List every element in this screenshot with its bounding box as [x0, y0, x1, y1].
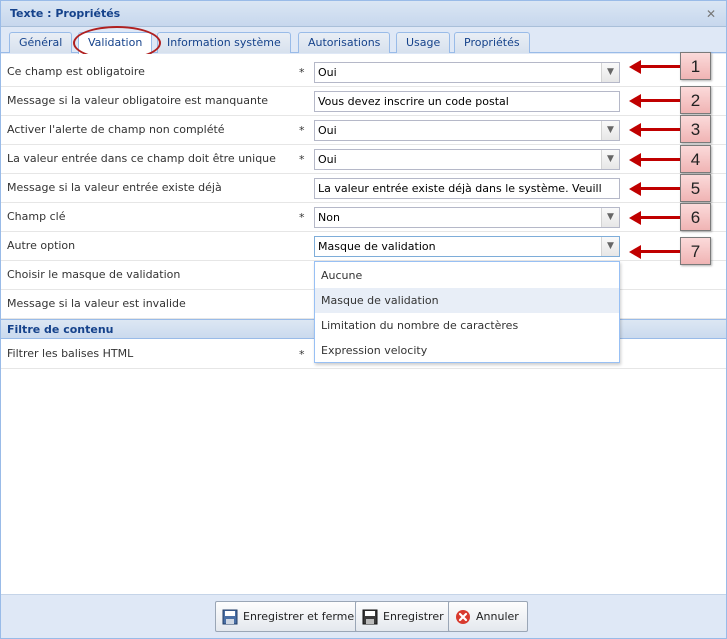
field-label: Activer l'alerte de champ non complété: [7, 123, 225, 136]
tab-information-systeme[interactable]: Information système: [157, 32, 291, 53]
arrow-line: [639, 250, 682, 253]
chevron-down-icon[interactable]: ▼: [601, 208, 619, 227]
tab-strip: Général Validation Information système A…: [1, 27, 726, 54]
field-label: Champ clé: [7, 210, 66, 223]
combo-value: Masque de validation: [318, 240, 436, 253]
cancel-button[interactable]: Annuler: [448, 601, 528, 632]
obligatoire-combo[interactable]: Oui ▼: [314, 62, 620, 83]
required-marker: *: [299, 124, 305, 137]
message-existe-input[interactable]: La valeur entrée existe déjà dans le sys…: [314, 178, 620, 199]
form-row-champ-cle: Champ clé * Non ▼: [1, 203, 726, 232]
autre-option-dropdown-list: Aucune Masque de validation Limitation d…: [314, 261, 620, 363]
dropdown-option-masque-validation[interactable]: Masque de validation: [315, 288, 619, 313]
form-row-message-existe: Message si la valeur entrée existe déjà …: [1, 174, 726, 203]
required-marker: *: [299, 348, 305, 361]
annotation-number: 5: [680, 174, 711, 202]
field-label: Filtrer les balises HTML: [7, 347, 134, 360]
form-row-unique: La valeur entrée dans ce champ doit être…: [1, 145, 726, 174]
message-manquante-input[interactable]: Vous devez inscrire un code postal: [314, 91, 620, 112]
button-label: Enregistrer: [383, 610, 444, 623]
properties-window: Texte : Propriétés ✕ Général Validation …: [0, 0, 727, 639]
save-and-close-button[interactable]: Enregistrer et fermer: [215, 601, 368, 632]
combo-value: Oui: [318, 153, 337, 166]
dropdown-option-aucune[interactable]: Aucune: [315, 263, 619, 288]
field-label: Message si la valeur est invalide: [7, 297, 186, 310]
field-label: Message si la valeur obligatoire est man…: [7, 94, 269, 107]
arrow-line: [639, 128, 682, 131]
autre-option-combo[interactable]: Masque de validation ▼: [314, 236, 620, 257]
combo-value: Oui: [318, 124, 337, 137]
annotation-number: 3: [680, 115, 711, 143]
form-content: Ce champ est obligatoire * Oui ▼ Message…: [1, 54, 726, 594]
unique-combo[interactable]: Oui ▼: [314, 149, 620, 170]
annotation-number: 2: [680, 86, 711, 114]
tab-usage[interactable]: Usage: [396, 32, 451, 53]
annotation-number: 7: [680, 237, 711, 265]
field-label: Autre option: [7, 239, 76, 252]
tab-general[interactable]: Général: [9, 32, 73, 53]
annotation-number: 1: [680, 52, 711, 80]
annotation-number: 4: [680, 145, 711, 173]
chevron-down-icon[interactable]: ▼: [601, 237, 619, 256]
dropdown-option-velocity[interactable]: Expression velocity: [315, 338, 619, 363]
arrow-line: [639, 99, 682, 102]
form-row-autre-option: Autre option Masque de validation ▼: [1, 232, 726, 261]
dropdown-option-limitation[interactable]: Limitation du nombre de caractères: [315, 313, 619, 338]
arrow-line: [639, 216, 682, 219]
field-label: Choisir le masque de validation: [7, 268, 181, 281]
window-title: Texte : Propriétés: [10, 7, 121, 20]
close-icon[interactable]: ✕: [704, 7, 718, 21]
arrow-line: [639, 187, 682, 190]
chevron-down-icon[interactable]: ▼: [601, 121, 619, 140]
dialog-footer: Enregistrer et fermer Enregistrer Annule…: [1, 594, 726, 638]
tab-validation[interactable]: Validation: [78, 32, 153, 54]
save-button[interactable]: Enregistrer: [355, 601, 453, 632]
champ-cle-combo[interactable]: Non ▼: [314, 207, 620, 228]
required-marker: *: [299, 66, 305, 79]
tab-proprietes[interactable]: Propriétés: [454, 32, 530, 53]
required-marker: *: [299, 153, 305, 166]
form-row-alerte: Activer l'alerte de champ non complété *…: [1, 116, 726, 145]
annotation-number: 6: [680, 203, 711, 231]
form-row-message-manquante: Message si la valeur obligatoire est man…: [1, 87, 726, 116]
combo-value: Non: [318, 211, 340, 224]
field-label: Ce champ est obligatoire: [7, 65, 145, 78]
button-label: Annuler: [476, 610, 519, 623]
floppy-disk-icon: [362, 609, 378, 625]
save-close-icon: [222, 609, 238, 625]
chevron-down-icon[interactable]: ▼: [601, 63, 619, 82]
field-label: La valeur entrée dans ce champ doit être…: [7, 152, 276, 165]
alerte-combo[interactable]: Oui ▼: [314, 120, 620, 141]
form-row-obligatoire: Ce champ est obligatoire * Oui ▼: [1, 58, 726, 87]
tab-autorisations[interactable]: Autorisations: [298, 32, 391, 53]
window-titlebar: Texte : Propriétés ✕: [1, 1, 726, 27]
arrow-line: [639, 65, 682, 68]
button-label: Enregistrer et fermer: [243, 610, 359, 623]
section-title: Filtre de contenu: [7, 323, 114, 336]
required-marker: *: [299, 211, 305, 224]
chevron-down-icon[interactable]: ▼: [601, 150, 619, 169]
combo-value: Oui: [318, 66, 337, 79]
arrow-line: [639, 158, 682, 161]
field-label: Message si la valeur entrée existe déjà: [7, 181, 222, 194]
cancel-x-icon: [456, 610, 470, 624]
